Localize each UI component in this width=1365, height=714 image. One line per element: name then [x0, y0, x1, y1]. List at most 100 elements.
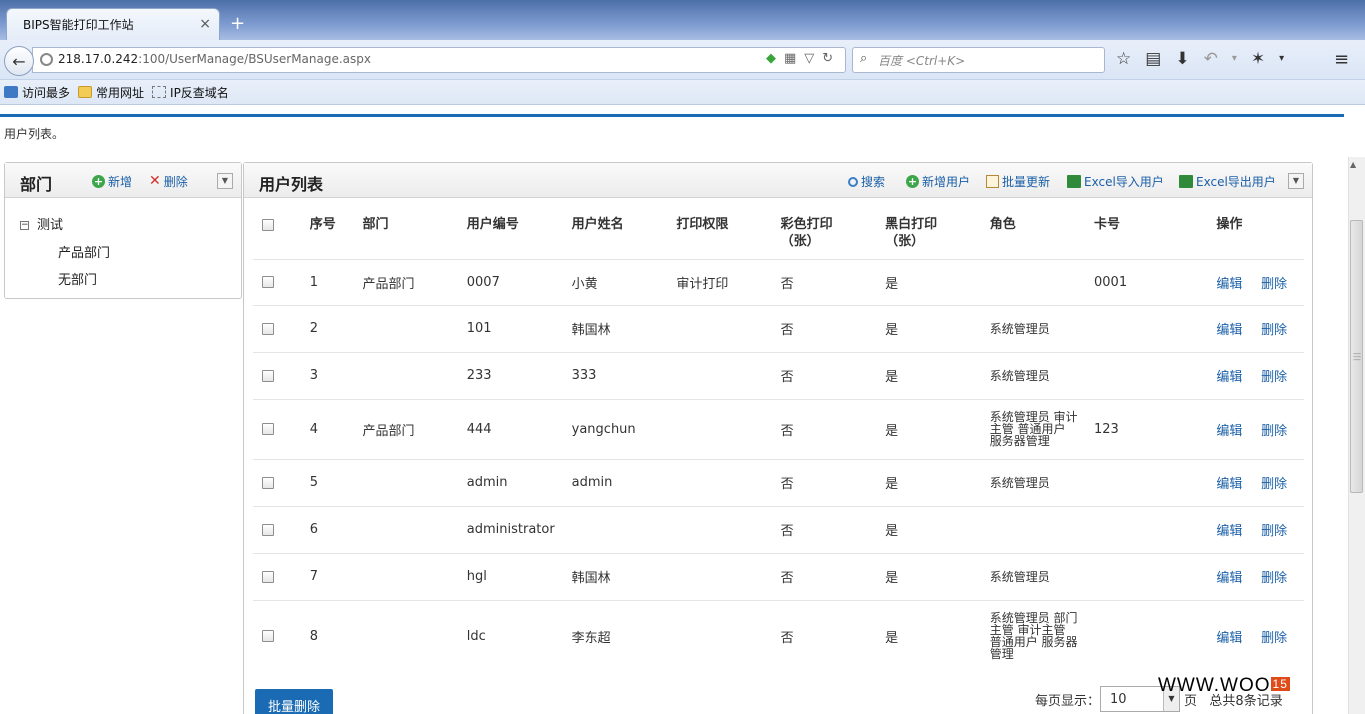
new-tab-icon[interactable]: +: [230, 14, 245, 34]
cell-perm: [676, 506, 780, 553]
cell-edit: 编辑: [1208, 305, 1261, 352]
back-icon[interactable]: ←: [4, 46, 34, 76]
delete-link[interactable]: 删除: [1261, 524, 1287, 539]
undo-icon[interactable]: ↶: [1204, 49, 1218, 69]
excel-import-button[interactable]: Excel导入用户: [1067, 173, 1164, 190]
cell-dept: [362, 305, 466, 352]
row-checkbox[interactable]: [262, 322, 274, 335]
user-panel-title: 用户列表: [259, 175, 324, 194]
cell-card: 123: [1094, 421, 1119, 437]
add-department-label: 新增: [108, 175, 133, 189]
dropdown-icon[interactable]: ▾: [1232, 49, 1237, 69]
col-color-line1: 彩色打印: [780, 217, 833, 232]
tab-close-icon[interactable]: ×: [199, 16, 211, 32]
edit-link[interactable]: 编辑: [1216, 424, 1242, 439]
extension-icon[interactable]: ✶: [1251, 49, 1265, 69]
collapse-icon[interactable]: ▼: [217, 173, 233, 189]
edit-link[interactable]: 编辑: [1216, 277, 1242, 292]
edit-icon: [986, 175, 999, 188]
cell-delete: 删除: [1261, 506, 1304, 553]
download-icon[interactable]: ⬇: [1175, 49, 1189, 69]
delete-link[interactable]: 删除: [1261, 571, 1287, 586]
cell-delete: 删除: [1261, 352, 1304, 399]
star-icon[interactable]: ☆: [1116, 49, 1131, 69]
table-row: 6 administrator 否 是 编辑 删除: [253, 506, 1304, 553]
collapse-icon[interactable]: ▼: [1288, 173, 1304, 189]
batch-update-button[interactable]: 批量更新: [986, 173, 1050, 190]
row-checkbox[interactable]: [262, 630, 274, 643]
cell-perm: 审计打印: [676, 276, 729, 292]
edit-link[interactable]: 编辑: [1216, 370, 1242, 385]
delete-link[interactable]: 删除: [1261, 631, 1287, 646]
add-user-button[interactable]: + 新增用户: [906, 173, 970, 190]
edit-link[interactable]: 编辑: [1216, 571, 1242, 586]
shield-icon[interactable]: ◆: [766, 51, 776, 66]
browser-tab[interactable]: BIPS智能打印工作站 ×: [6, 8, 220, 40]
bookmark-label: 常用网址: [96, 85, 145, 100]
row-select-cell: [253, 352, 310, 399]
cell-color: 否: [780, 630, 794, 646]
edit-link[interactable]: 编辑: [1216, 477, 1242, 492]
cell-bw: 是: [885, 477, 899, 492]
delete-link[interactable]: 删除: [1261, 477, 1287, 492]
role-line: 系统管理员: [989, 368, 1050, 383]
edit-link[interactable]: 编辑: [1216, 323, 1242, 338]
cell-role: [990, 506, 1094, 553]
menu-icon[interactable]: ≡: [1334, 49, 1349, 70]
delete-department-button[interactable]: ✕ 删除: [149, 173, 188, 190]
row-select-cell: [253, 553, 310, 600]
search-placeholder[interactable]: 百度 <Ctrl+K>: [878, 52, 965, 69]
delete-link[interactable]: 删除: [1261, 323, 1287, 338]
tree-collapse-icon[interactable]: −: [20, 221, 29, 230]
cell-perm: [676, 459, 780, 506]
row-checkbox[interactable]: [262, 276, 274, 288]
row-checkbox[interactable]: [262, 523, 274, 536]
tab-title: BIPS智能打印工作站: [23, 18, 134, 32]
bookmarks-bar: 访问最多 常用网址 IP反查域名: [0, 80, 1365, 105]
tree-node-product[interactable]: 产品部门: [58, 242, 110, 261]
excel-import-label: Excel导入用户: [1084, 175, 1164, 189]
tree-node-root[interactable]: − 测试: [20, 214, 63, 233]
search-icon: [848, 176, 858, 187]
table-row: 7 hgl 韩国林 否 是 系统管理员 编辑 删除: [253, 553, 1304, 600]
add-user-label: 新增用户: [922, 175, 971, 189]
cell-color: 否: [780, 477, 794, 492]
tree-node-none[interactable]: 无部门: [58, 269, 97, 288]
cell-no: 7: [309, 569, 319, 584]
row-checkbox[interactable]: [262, 570, 274, 583]
cell-color: 否: [780, 423, 794, 439]
delete-link[interactable]: 删除: [1261, 277, 1287, 292]
bookmark-ip-lookup[interactable]: IP反查域名: [152, 84, 229, 101]
search-button[interactable]: 搜索: [848, 173, 885, 190]
row-checkbox[interactable]: [262, 369, 274, 382]
clipboard-icon[interactable]: ▤: [1145, 49, 1161, 69]
edit-link[interactable]: 编辑: [1216, 524, 1242, 539]
qrcode-icon[interactable]: ▦: [784, 51, 796, 66]
cell-perm: [676, 553, 780, 600]
batch-delete-button[interactable]: 批量删除: [255, 689, 333, 714]
edit-link[interactable]: 编辑: [1216, 631, 1242, 646]
select-all-checkbox[interactable]: [262, 218, 274, 231]
address-text[interactable]: 218.17.0.242:100/UserManage/BSUserManage…: [58, 52, 371, 66]
dropdown-icon[interactable]: ▽: [804, 51, 814, 66]
cell-edit: 编辑: [1208, 506, 1261, 553]
scroll-grip-icon: — — —: [1353, 349, 1361, 364]
excel-export-button[interactable]: Excel导出用户: [1179, 173, 1276, 190]
globe-icon: [40, 53, 53, 66]
cell-card: [1094, 305, 1208, 352]
bookmark-common-sites[interactable]: 常用网址: [78, 84, 144, 101]
col-perm: 打印权限: [676, 217, 729, 232]
cell-no: 4: [309, 421, 319, 437]
delete-link[interactable]: 删除: [1261, 424, 1287, 439]
col-op: 操作: [1216, 217, 1243, 232]
add-department-button[interactable]: + 新增: [92, 173, 132, 190]
cell-code: 0007: [466, 274, 500, 290]
scroll-up-icon[interactable]: ▲: [1350, 160, 1356, 169]
bookmark-most-visited[interactable]: 访问最多: [4, 84, 70, 101]
row-checkbox[interactable]: [262, 476, 274, 489]
dropdown-icon[interactable]: ▾: [1279, 49, 1284, 69]
row-checkbox[interactable]: [262, 423, 274, 435]
excel-import-icon: [1067, 175, 1081, 188]
delete-link[interactable]: 删除: [1261, 370, 1287, 385]
reload-icon[interactable]: ↻: [822, 51, 833, 66]
